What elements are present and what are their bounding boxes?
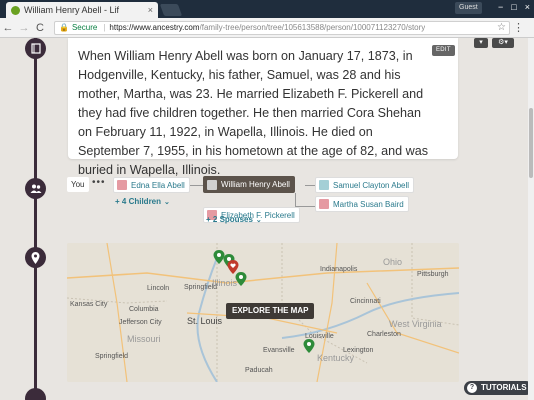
reload-icon[interactable]: C [32, 22, 48, 34]
map-state-label: Kentucky [317, 353, 355, 363]
more-children-label: + 4 Children [115, 197, 162, 206]
story-card: When William Henry Abell was born on Jan… [68, 38, 458, 177]
guest-profile-button[interactable]: Guest [455, 2, 482, 14]
page-scrollbar[interactable] [528, 38, 534, 400]
url-path: /family-tree/person/tree/105613588/perso… [199, 23, 426, 32]
tab-title: William Henry Abell - Lif [24, 5, 120, 15]
map-state-label: Missouri [127, 334, 161, 344]
map-pin-icon [25, 247, 46, 268]
map-city-label: Springfield [95, 353, 129, 360]
forward-arrow-icon[interactable]: → [16, 22, 32, 34]
map-city-label: Cincinnati [350, 298, 381, 305]
browser-menu-icon[interactable]: ⋮ [513, 21, 524, 34]
ancestry-favicon-icon [11, 5, 20, 15]
tutorials-label: TUTORIALS [481, 383, 527, 392]
map-city-label: Jefferson City [119, 319, 162, 326]
explore-map-button[interactable]: EXPLORE THE MAP [226, 303, 315, 319]
map-state-label: Illinois [212, 278, 238, 288]
person-card-father[interactable]: Samuel Clayton Abell [315, 177, 415, 193]
map-location-pin-icon[interactable] [235, 272, 247, 286]
chevron-down-icon: ⌄ [255, 217, 262, 224]
more-ancestors-icon[interactable]: ••• [92, 177, 106, 188]
tutorials-button[interactable]: ? TUTORIALS [464, 381, 533, 395]
map-city-label: Kansas City [70, 301, 108, 308]
map-state-label: Ohio [383, 257, 403, 267]
connector-line [295, 193, 296, 207]
secure-label: Secure [71, 23, 98, 32]
more-children-button[interactable]: + 4 Children ⌄ [115, 197, 170, 206]
address-bar-row: ← → C 🔒 Secure | https:// www.ancestry.c… [0, 18, 534, 38]
female-avatar-icon [117, 180, 127, 190]
help-question-icon: ? [467, 383, 477, 393]
maximize-icon[interactable]: □ [511, 2, 516, 12]
map-city-label: St. Louis [187, 316, 223, 326]
map-city-label: Lincoln [147, 285, 170, 292]
map-city-label: Paducah [245, 367, 273, 374]
close-window-icon[interactable]: × [525, 2, 530, 12]
map-state-label: West Virginia [389, 319, 442, 329]
male-avatar-icon [207, 179, 217, 190]
view-dropdown-button[interactable]: ▾ [474, 38, 488, 48]
title-bar: William Henry Abell - Lif × Guest − □ × [0, 0, 534, 18]
url-scheme: https:// [109, 23, 134, 32]
minimize-icon[interactable]: − [498, 2, 503, 12]
timeline-node-icon [25, 388, 46, 400]
more-spouses-button[interactable]: + 2 Spouses ⌄ [206, 215, 262, 224]
person-card-mother[interactable]: Martha Susan Baird [315, 196, 409, 212]
settings-gear-dropdown-button[interactable]: ⚙▾ [492, 38, 514, 48]
url-host: www.ancestry.com [133, 23, 200, 32]
story-text: When William Henry Abell was born on Jan… [78, 49, 429, 177]
map-city-label: Evansville [263, 347, 295, 354]
female-avatar-icon [319, 199, 329, 209]
person-name: William Henry Abell [221, 180, 290, 189]
edit-button[interactable]: EDIT [432, 45, 455, 56]
chevron-down-icon: ⌄ [164, 199, 170, 206]
url-separator: | [103, 23, 106, 32]
you-label: You [67, 177, 89, 192]
map-city-label: Charleston [367, 331, 401, 338]
family-group-icon [25, 178, 46, 199]
connector-line [305, 185, 315, 186]
person-name: Martha Susan Baird [333, 199, 404, 209]
tab-close-icon[interactable]: × [148, 5, 153, 15]
story-page: ▾ ⚙▾ When William Henry Abell was born o… [0, 38, 534, 400]
window-controls: − □ × [498, 2, 530, 12]
map-preview[interactable]: Pittsburgh Kansas City Lincoln Columbia … [67, 243, 459, 382]
timeline-line [34, 38, 37, 400]
map-city-label: Pittsburgh [417, 271, 449, 278]
more-spouses-label: + 2 Spouses [206, 215, 253, 224]
person-card-focus[interactable]: William Henry Abell [203, 176, 295, 193]
person-name: Samuel Clayton Abell [333, 180, 410, 190]
map-city-label: Columbia [129, 306, 159, 313]
male-avatar-icon [319, 180, 329, 190]
person-name: Edna Ella Abell [131, 180, 185, 190]
new-tab-button[interactable] [159, 4, 183, 16]
map-city-label: Indianapolis [320, 266, 358, 273]
connector-line [190, 185, 203, 186]
bookmark-star-icon[interactable]: ☆ [497, 22, 506, 33]
url-input[interactable]: 🔒 Secure | https:// www.ancestry.com /fa… [54, 20, 510, 35]
scrollbar-thumb[interactable] [529, 108, 533, 178]
browser-tab[interactable]: William Henry Abell - Lif × [6, 2, 158, 18]
person-card-child[interactable]: Edna Ella Abell [113, 177, 190, 193]
back-arrow-icon[interactable]: ← [0, 22, 16, 34]
lock-icon: 🔒 [59, 23, 69, 32]
story-book-icon [25, 38, 46, 59]
map-location-pin-icon[interactable] [303, 339, 315, 353]
